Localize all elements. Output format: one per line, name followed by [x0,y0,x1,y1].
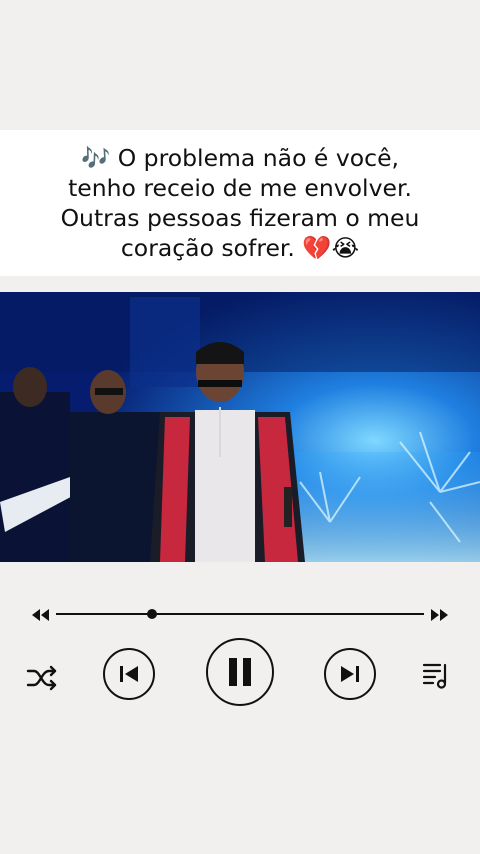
video-frame[interactable] [0,292,480,562]
pause-button[interactable] [206,638,274,706]
playback-controls [0,632,480,712]
pause-icon [229,658,251,686]
lyrics-line-2: tenho receio de me envolver. [68,174,412,202]
progress-bar[interactable] [30,604,450,624]
fast-forward-icon[interactable] [430,607,450,626]
playlist-icon[interactable] [418,658,454,694]
lyrics-line-4: coração sofrer. 💔😭 [120,234,360,262]
lyrics-line-3: Outras pessoas fizeram o meu [60,204,420,232]
next-button[interactable] [324,648,376,700]
lyrics-line-1: 🎶 O problema não é você, [80,144,399,172]
skip-previous-icon [120,666,138,682]
rewind-icon[interactable] [30,607,50,626]
previous-button[interactable] [103,648,155,700]
progress-track[interactable] [56,613,424,615]
progress-knob[interactable] [146,609,157,619]
skip-next-icon [341,666,359,682]
lyrics-caption: 🎶 O problema não é você, tenho receio de… [0,130,480,276]
concert-scene-image [0,292,480,562]
shuffle-icon[interactable] [24,660,60,696]
